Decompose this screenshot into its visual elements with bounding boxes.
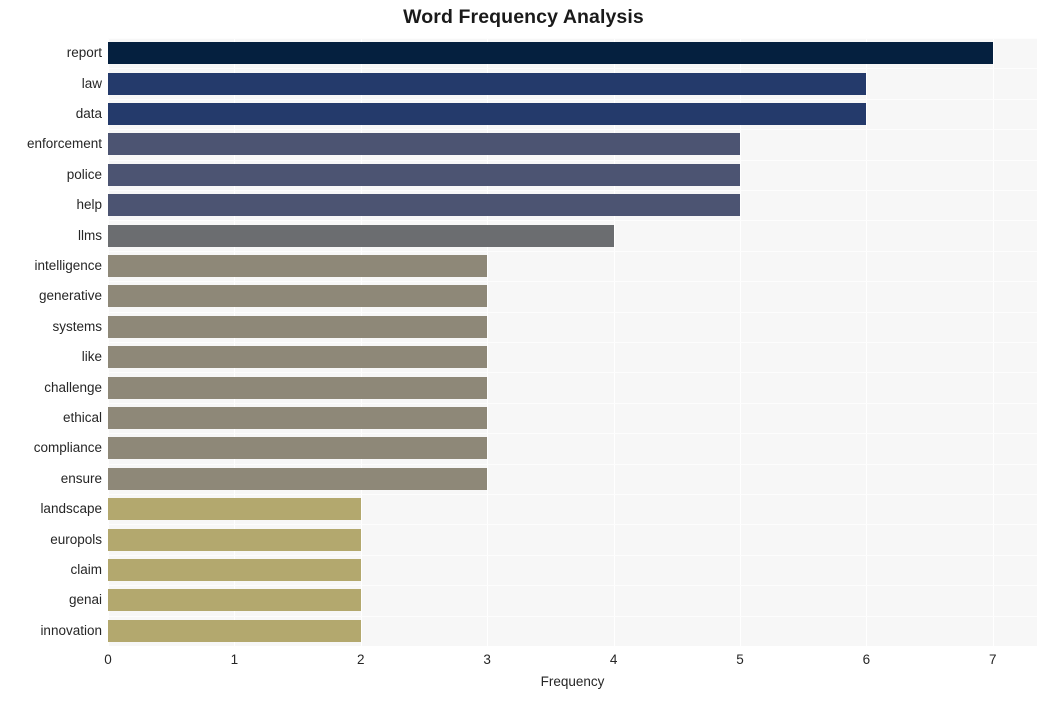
y-tick-label: genai bbox=[68, 592, 102, 608]
y-tick-label: intelligence bbox=[34, 258, 102, 273]
bar[interactable] bbox=[108, 315, 488, 338]
bar[interactable] bbox=[108, 467, 488, 490]
y-tick-label: innovation bbox=[40, 622, 102, 638]
chart-title: Word Frequency Analysis bbox=[403, 6, 644, 28]
bar[interactable] bbox=[108, 346, 488, 369]
bar[interactable] bbox=[108, 407, 488, 429]
y-tick-label: police bbox=[66, 166, 102, 182]
bar[interactable] bbox=[108, 589, 361, 612]
y-tick-label: claim bbox=[70, 562, 102, 577]
y-tick-label: systems bbox=[52, 318, 102, 334]
y-tick-label: landscape bbox=[40, 501, 102, 517]
x-tick-label: 6 bbox=[862, 652, 871, 667]
bar[interactable] bbox=[108, 255, 488, 277]
x-tick-label: 4 bbox=[609, 652, 618, 667]
bar[interactable] bbox=[108, 163, 740, 186]
bar[interactable] bbox=[108, 103, 867, 125]
x-tick-label: 1 bbox=[230, 652, 239, 667]
y-tick-label: law bbox=[81, 75, 102, 91]
x-axis: 0 1 2 3 4 5 6 7 bbox=[104, 646, 1037, 676]
y-tick-label: compliance bbox=[33, 440, 102, 456]
bars-layer bbox=[108, 38, 1037, 646]
bar[interactable] bbox=[108, 619, 361, 642]
y-tick-label: europols bbox=[50, 531, 102, 547]
x-tick-label: 0 bbox=[104, 652, 112, 667]
bar[interactable] bbox=[108, 194, 740, 217]
y-tick-label: ethical bbox=[62, 410, 102, 425]
y-tick-label: data bbox=[75, 106, 102, 121]
x-tick-label: 7 bbox=[988, 652, 997, 667]
y-tick-label: challenge bbox=[44, 379, 102, 395]
y-axis: report law data enforcement police help llms in… bbox=[0, 38, 102, 646]
bar[interactable] bbox=[108, 376, 488, 399]
bar[interactable] bbox=[108, 528, 361, 551]
y-tick-label: like bbox=[81, 349, 102, 365]
bar[interactable] bbox=[108, 285, 488, 308]
word-frequency-chart: Word Frequency Analysis report law data enf… bbox=[0, 0, 1047, 701]
bar[interactable] bbox=[108, 437, 488, 460]
y-tick-label: ensure bbox=[60, 470, 102, 486]
y-tick-label: help bbox=[76, 197, 102, 213]
y-tick-label: enforcement bbox=[26, 136, 102, 152]
bar[interactable] bbox=[108, 224, 614, 247]
plot-area bbox=[108, 38, 1037, 646]
x-tick-label: 5 bbox=[736, 652, 744, 667]
y-tick-label: report bbox=[66, 45, 102, 61]
bar[interactable] bbox=[108, 498, 361, 521]
x-axis-label: Frequency bbox=[540, 674, 605, 689]
bar[interactable] bbox=[108, 559, 361, 581]
x-tick-label: 3 bbox=[483, 652, 491, 667]
y-tick-label: llms bbox=[78, 227, 102, 243]
y-tick-label: generative bbox=[38, 288, 102, 304]
bar[interactable] bbox=[108, 42, 993, 65]
x-tick-label: 2 bbox=[357, 652, 365, 667]
bar[interactable] bbox=[108, 72, 867, 95]
bar[interactable] bbox=[108, 133, 740, 156]
